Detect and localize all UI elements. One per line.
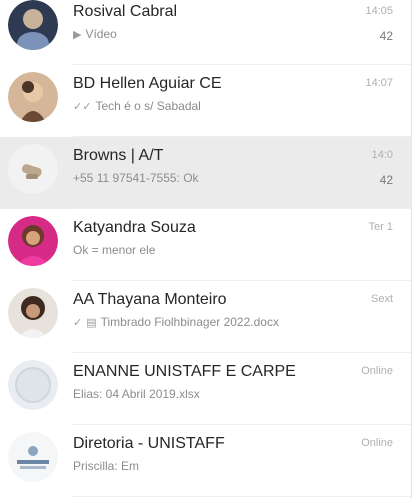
- chat-preview: Ok = menor ele: [73, 243, 156, 257]
- document-icon: ▤: [86, 317, 97, 329]
- avatar: [8, 432, 58, 482]
- avatar: [8, 288, 58, 338]
- chat-name: ENANNE UNISTAFF E CARPE: [73, 363, 296, 380]
- double-check-icon: ✓✓: [73, 101, 92, 113]
- chat-name: AA Thayana Monteiro: [73, 291, 227, 308]
- chat-name: Rosival Cabral: [73, 3, 178, 20]
- chat-item-browns-at[interactable]: Browns | A/T +55 11 97541-7555: Ok 14:0 …: [0, 137, 411, 209]
- avatar: [8, 144, 58, 194]
- chat-name: Browns | A/T: [73, 147, 164, 164]
- avatar: [8, 72, 58, 122]
- chat-time: Ter 1: [368, 221, 393, 233]
- chat-preview: ✓ ▤ Timbrado Fiolhbinager 2022.docx: [73, 315, 279, 329]
- chat-time: Online: [361, 437, 393, 449]
- chat-preview: Elias: 04 Abril 2019.xlsx: [73, 387, 200, 401]
- double-check-icon: ✓: [73, 317, 83, 329]
- chat-list: Rosival Cabral ▶ Vídeo 14:05 42 BD Hellen…: [0, 0, 412, 499]
- avatar: [8, 360, 58, 410]
- chat-name: BD Hellen Aguiar CE: [73, 75, 222, 92]
- chat-item-aa-thayana-monteiro[interactable]: AA Thayana Monteiro ✓ ▤ Timbrado Fiolhbina…: [0, 281, 411, 353]
- chat-time: 14:07: [365, 77, 393, 89]
- video-icon: ▶: [73, 29, 82, 41]
- chat-time: Sext: [370, 293, 393, 305]
- divider: [73, 496, 411, 497]
- chat-item-rosival-cabral[interactable]: Rosival Cabral ▶ Vídeo 14:05 42: [0, 0, 411, 65]
- avatar: [8, 216, 58, 266]
- chat-item-bd-hellen-aguiar-ce[interactable]: BD Hellen Aguiar CE ✓✓ Tech é o s/ Sabada…: [0, 65, 411, 137]
- chat-name: Diretoria - UNISTAFF: [73, 435, 225, 452]
- chat-name: Katyandra Souza: [73, 219, 196, 236]
- chat-time: 14:0: [371, 149, 393, 161]
- chat-preview: ✓✓ Tech é o s/ Sabadal: [73, 99, 201, 113]
- avatar: [8, 0, 58, 50]
- chat-item-diretoria-unistaff[interactable]: Diretoria - UNISTAFF Priscilla: Em Onlin…: [0, 425, 411, 497]
- chat-time: 14:05: [365, 5, 393, 17]
- chat-preview: Priscilla: Em: [73, 459, 140, 473]
- unread-count: 42: [379, 29, 393, 43]
- chat-time: Online: [361, 365, 393, 377]
- chat-preview: +55 11 97541-7555: Ok: [73, 171, 199, 185]
- chat-item-katyandra-souza[interactable]: Katyandra Souza Ok = menor ele Ter 1: [0, 209, 411, 281]
- chat-item-enanne-unistaff[interactable]: ENANNE UNISTAFF E CARPE Elias: 04 Abril …: [0, 353, 411, 425]
- chat-preview: ▶ Vídeo: [73, 27, 117, 41]
- unread-count: 42: [379, 173, 393, 187]
